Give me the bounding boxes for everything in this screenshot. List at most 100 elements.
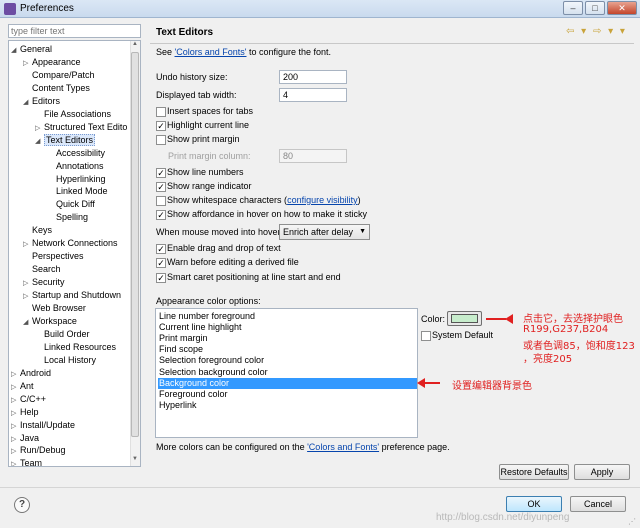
filter-input[interactable] <box>9 25 140 37</box>
header-divider <box>150 43 634 44</box>
insert-spaces-checkbox[interactable]: Insert spaces for tabs <box>156 106 356 118</box>
warn-derived-checkbox[interactable]: ✓ Warn before editing a derived file <box>156 257 356 269</box>
highlight-line-checkbox[interactable]: ✓ Highlight current line <box>156 120 356 132</box>
tree-item[interactable]: ◢ Editors <box>23 95 60 107</box>
tree-item[interactable]: ▷ Run/Debug <box>11 444 66 456</box>
watermark: http://blog.csdn.net/diyunpeng <box>436 512 570 523</box>
tree-item[interactable]: ▷ Install/Update <box>11 419 75 431</box>
color-option-item[interactable]: Foreground color <box>158 389 417 400</box>
tree-item[interactable]: ▷ Android <box>11 367 51 379</box>
checkbox-unchecked-icon[interactable] <box>156 107 166 117</box>
system-default-checkbox[interactable]: System Default <box>421 330 501 342</box>
color-option-item[interactable]: Current line highlight <box>158 322 417 333</box>
scroll-up-arrow-icon[interactable]: ▲ <box>130 41 140 51</box>
expanded-arrow-icon[interactable]: ◢ <box>23 97 32 109</box>
tree-item[interactable]: Content Types <box>23 82 90 94</box>
tree-item[interactable]: ▷ C/C++ <box>11 393 46 405</box>
tree-item[interactable]: Linked Mode <box>47 185 108 197</box>
tree-item[interactable]: Local History <box>35 354 96 366</box>
tree-item[interactable]: File Associations <box>35 108 111 120</box>
tree-item[interactable]: ▷ Team <box>11 457 42 466</box>
expanded-arrow-icon[interactable]: ◢ <box>23 317 32 329</box>
maximize-button[interactable]: □ <box>585 1 605 15</box>
undo-history-input[interactable]: 200 <box>279 70 347 84</box>
tree-item[interactable]: ◢ General <box>11 43 52 55</box>
scroll-down-arrow-icon[interactable]: ▼ <box>130 456 140 466</box>
tree-scrollbar-thumb[interactable] <box>131 52 139 437</box>
tree-item[interactable]: ▷ Ant <box>11 380 34 392</box>
annotation-note-1: 点击它，去选择护眼色 <box>523 314 623 325</box>
filter-field[interactable] <box>8 24 141 38</box>
expanded-arrow-icon[interactable]: ◢ <box>11 45 20 57</box>
color-option-item[interactable]: Selection foreground color <box>158 355 417 366</box>
tree-item[interactable]: Web Browser <box>23 302 86 314</box>
tree-item-label: Keys <box>32 225 53 236</box>
help-icon[interactable]: ? <box>14 497 30 513</box>
colors-fonts-link[interactable]: 'Colors and Fonts' <box>175 47 247 57</box>
color-swatch[interactable] <box>451 314 478 323</box>
configure-visibility-link[interactable]: configure visibility <box>287 195 358 205</box>
color-option-item[interactable]: Hyperlink <box>158 400 417 411</box>
line-numbers-checkbox[interactable]: ✓ Show line numbers <box>156 167 356 179</box>
smart-caret-checkbox[interactable]: ✓ Smart caret positioning at line start a… <box>156 272 386 284</box>
checkbox-checked-icon[interactable]: ✓ <box>156 182 166 192</box>
tree-item[interactable]: ▷ Security <box>23 276 65 288</box>
collapsed-arrow-icon[interactable]: ▷ <box>11 459 20 466</box>
tree-item[interactable]: Hyperlinking <box>47 173 106 185</box>
tree-item[interactable]: Spelling <box>47 211 88 223</box>
checkbox-unchecked-icon[interactable] <box>156 135 166 145</box>
tab-width-input[interactable]: 4 <box>279 88 347 102</box>
whitespace-checkbox[interactable]: Show whitespace characters (configure vi… <box>156 195 416 207</box>
affordance-checkbox[interactable]: ✓ Show affordance in hover on how to make… <box>156 209 416 221</box>
close-button[interactable]: ✕ <box>607 1 637 15</box>
minimize-button[interactable]: – <box>563 1 583 15</box>
range-indicator-checkbox[interactable]: ✓ Show range indicator <box>156 181 356 193</box>
tree-item[interactable]: Annotations <box>47 160 104 172</box>
apply-button[interactable]: Apply <box>574 464 630 480</box>
tree-item-label: C/C++ <box>20 393 47 404</box>
tree-item[interactable]: ▷ Java <box>11 432 39 444</box>
tree-item[interactable]: ▷ Appearance <box>23 56 81 68</box>
tree-item[interactable]: Keys <box>23 224 52 236</box>
hover-select[interactable]: Enrich after delay ▼ <box>279 224 370 240</box>
show-margin-checkbox[interactable]: Show print margin <box>156 134 356 146</box>
drag-drop-checkbox[interactable]: ✓ Enable drag and drop of text <box>156 243 356 255</box>
checkbox-checked-icon[interactable]: ✓ <box>156 121 166 131</box>
tree-item[interactable]: ▷ Structured Text Edito <box>35 121 127 133</box>
tree-item[interactable]: ◢ Text Editors <box>35 133 96 148</box>
tree-item[interactable]: Linked Resources <box>35 341 116 353</box>
tree-item[interactable]: Search <box>23 263 61 275</box>
tree-item[interactable]: ◢ Workspace <box>23 315 77 327</box>
tree-item[interactable]: ▷ Startup and Shutdown <box>23 289 121 301</box>
checkbox-checked-icon[interactable]: ✓ <box>156 244 166 254</box>
tree-item[interactable]: Perspectives <box>23 250 84 262</box>
checkbox-unchecked-icon[interactable] <box>156 196 166 206</box>
tree-item[interactable]: ▷ Network Connections <box>23 237 118 249</box>
color-option-item[interactable]: Selection background color <box>158 367 417 378</box>
undo-history-label: Undo history size: <box>156 72 228 82</box>
ok-button[interactable]: OK <box>506 496 562 512</box>
restore-defaults-button[interactable]: Restore Defaults <box>499 464 569 480</box>
tree-item[interactable]: Compare/Patch <box>23 69 95 81</box>
checkbox-checked-icon[interactable]: ✓ <box>156 258 166 268</box>
history-nav-icons[interactable]: ⇦ ▾ ⇨ ▾ ▾ <box>566 26 627 37</box>
dropdown-arrow-icon[interactable]: ▼ <box>359 225 366 239</box>
color-option-item[interactable]: Print margin <box>158 333 417 344</box>
color-option-item[interactable]: Find scope <box>158 344 417 355</box>
tree-item[interactable]: ▷ Help <box>11 406 39 418</box>
tree-item[interactable]: Quick Diff <box>47 198 95 210</box>
expanded-arrow-icon[interactable]: ◢ <box>35 136 44 148</box>
checkbox-checked-icon[interactable]: ✓ <box>156 210 166 220</box>
tree-item[interactable]: Build Order <box>35 328 90 340</box>
appearance-colors-label: Appearance color options: <box>156 296 261 306</box>
color-option-item[interactable]: Background color <box>158 377 417 389</box>
color-option-item[interactable]: Line number foreground <box>158 311 417 322</box>
annotation-note-2: 设置编辑器背景色 <box>452 381 532 392</box>
cancel-button[interactable]: Cancel <box>570 496 626 512</box>
checkbox-checked-icon[interactable]: ✓ <box>156 273 166 283</box>
tree-item[interactable]: Accessibility <box>47 147 105 159</box>
checkbox-checked-icon[interactable]: ✓ <box>156 168 166 178</box>
checkbox-unchecked-icon[interactable] <box>421 331 431 341</box>
colors-fonts-page-link[interactable]: 'Colors and Fonts' <box>307 442 379 452</box>
resize-grip-icon[interactable]: ⋰ <box>628 517 638 527</box>
